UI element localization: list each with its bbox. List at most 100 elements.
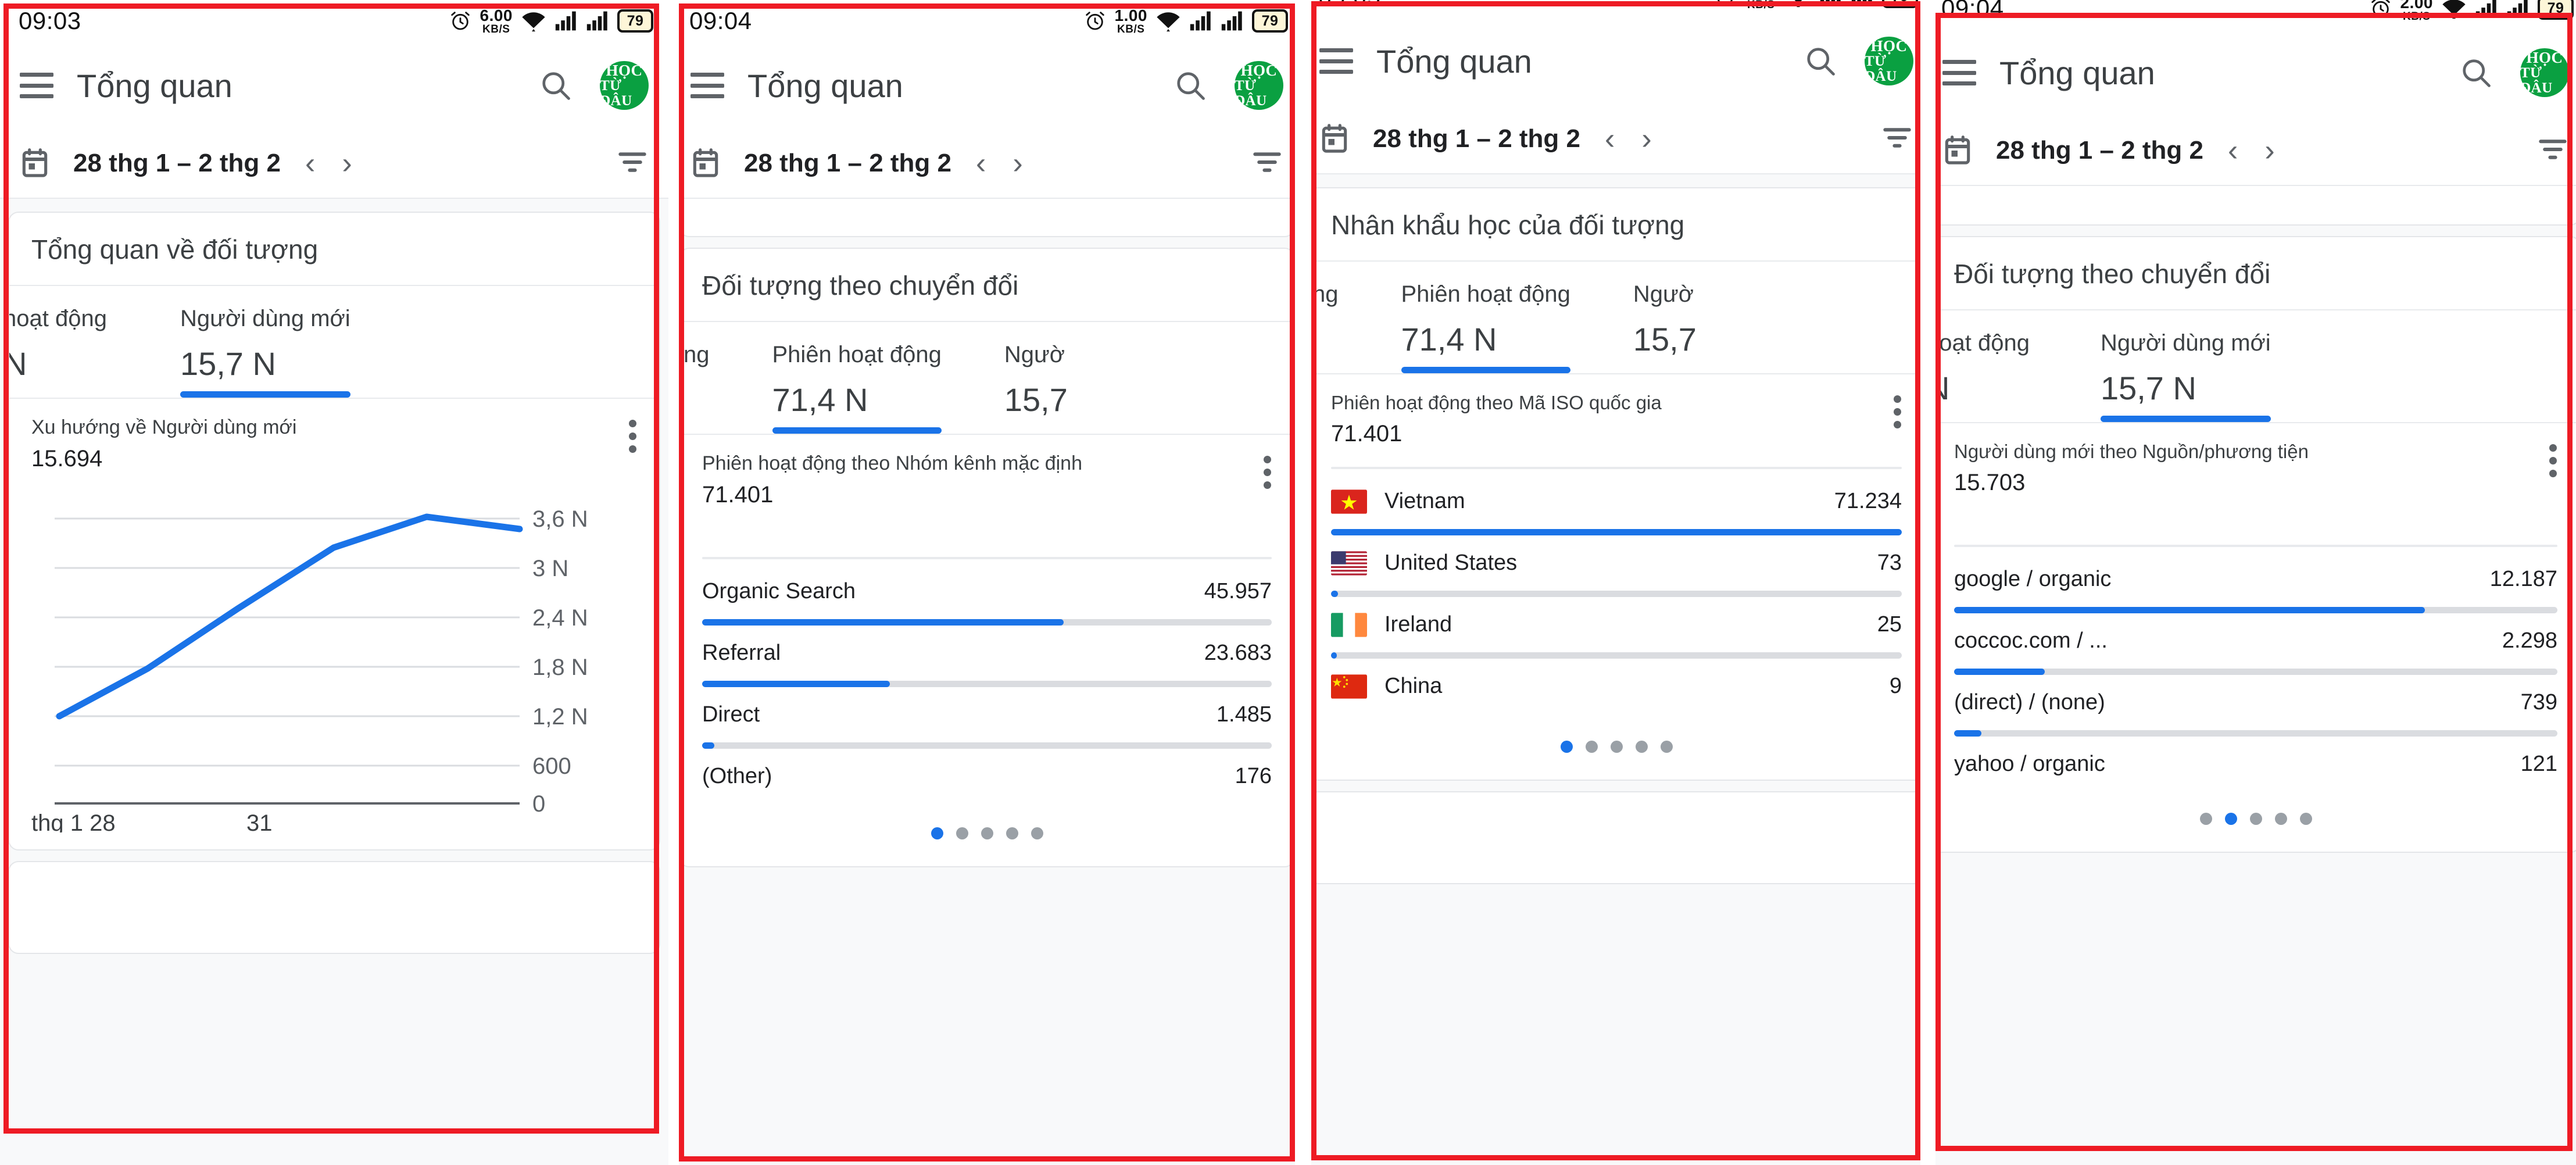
list-item[interactable]: Direct 1.485 [702,687,1272,749]
calendar-icon[interactable] [1942,134,1973,167]
wifi-icon [1794,0,1802,8]
panel-4-content[interactable]: Đối tượng theo chuyển đổi hoạt động N Ng… [1935,186,2576,1165]
pager-dot[interactable] [956,827,968,839]
hamburger-icon[interactable] [1942,60,1976,85]
calendar-icon[interactable] [690,147,721,180]
filter-icon[interactable] [2536,136,2569,163]
metric-tile-active[interactable]: Người dùng mới 15,7 N [2083,330,2288,422]
list-item[interactable]: Ireland 25 [1331,597,1902,659]
search-icon[interactable] [1173,68,1208,103]
filter-icon[interactable] [616,149,649,176]
metric-tile-active[interactable]: Người dùng mới 15,7 N [163,306,368,398]
calendar-icon[interactable] [1319,123,1350,155]
hamburger-icon[interactable] [690,73,724,98]
metric-strip[interactable]: hoạt động N Người dùng mới 15,7 N [1935,310,2576,423]
signal-bars-sim2-icon [586,11,607,31]
list-item[interactable]: (Other) 176 [702,749,1272,789]
metric-tile[interactable]: Ngườ 15,7 [1616,281,1714,373]
list-item[interactable]: Organic Search 45.957 [702,564,1272,626]
pager-dot[interactable] [1585,741,1598,753]
flag-vietnam-icon [1331,489,1367,514]
svg-text:0: 0 [532,791,545,817]
pager-dot[interactable] [1006,827,1018,839]
metric-strip[interactable]: ng Phiên hoạt động 71,4 N Ngườ 15,7 [1311,262,1920,374]
list-item[interactable]: United States 73 [1331,535,1902,597]
carousel-pager[interactable] [1331,726,1902,766]
date-range-bar: 28 thg 1 – 2 thg 2 ‹ › [1311,105,1920,174]
search-icon[interactable] [1803,44,1838,78]
pager-dot[interactable] [1660,741,1673,753]
panel-1-content[interactable]: Tổng quan về đối tượng hoạt động N Người… [0,199,668,1165]
chevron-right-icon[interactable]: › [1012,148,1022,178]
battery-indicator: 79 [1882,0,1918,8]
metric-tile[interactable]: hoạt động N [9,306,124,398]
panel-1-screen: 09:03 6.00 KB/S 79 Tổng quan HỌC TỪ ĐÂU … [0,0,668,1165]
list-item[interactable]: (direct) / (none) 739 [1954,675,2557,737]
metric-strip[interactable]: ng Phiên hoạt động 71,4 N Ngườ 15,7 [680,322,1294,435]
date-range-label[interactable]: 28 thg 1 – 2 thg 2 [1996,136,2203,165]
metric-tile-active[interactable]: Phiên hoạt động 71,4 N [1384,281,1588,373]
list-divider [1954,545,2557,547]
svg-text:2,4 N: 2,4 N [532,605,588,631]
list-item[interactable]: Referral 23.683 [702,626,1272,687]
svg-text:1,2 N: 1,2 N [532,704,588,730]
metric-tile[interactable]: hoạt động N [1935,330,2047,422]
panel-2-content[interactable]: Đối tượng theo chuyển đổi ng Phiên hoạt … [679,199,1295,1165]
list-item[interactable]: China 9 [1331,659,1902,699]
search-icon[interactable] [538,68,573,103]
app-bar: Tổng quan HỌC TỪ ĐÂU [1311,17,1920,105]
avatar[interactable]: HỌC TỪ ĐÂU [1865,37,1913,85]
pager-dot[interactable] [931,827,943,839]
pager-dot[interactable] [1560,741,1573,753]
chevron-left-icon[interactable]: ‹ [1605,124,1615,154]
metric-tile[interactable]: ng [1311,281,1356,335]
pager-dot[interactable] [2224,813,2237,825]
pager-dot[interactable] [2249,813,2262,825]
chevron-right-icon[interactable]: › [1641,124,1651,154]
metric-tile[interactable]: ng [680,342,727,396]
chevron-right-icon[interactable]: › [342,148,352,178]
pager-dot[interactable] [2274,813,2287,825]
filter-icon[interactable] [1881,124,1913,151]
list-item[interactable]: Vietnam 71.234 [1331,474,1902,535]
list-item[interactable]: google / organic 12.187 [1954,552,2557,613]
search-icon[interactable] [2459,55,2493,90]
svg-text:600: 600 [532,753,571,779]
network-speed-indicator: 1.00 KB/S [1114,6,1147,35]
kebab-menu-icon[interactable] [2549,444,2557,477]
hamburger-icon[interactable] [1319,48,1353,74]
pager-dot[interactable] [1031,827,1043,839]
pager-dot[interactable] [1635,741,1648,753]
list-item[interactable]: yahoo / organic 121 [1954,737,2557,777]
avatar[interactable]: HỌC TỪ ĐÂU [1235,61,1283,110]
date-range-label[interactable]: 28 thg 1 – 2 thg 2 [73,149,281,178]
pager-dot[interactable] [2199,813,2212,825]
metric-tile[interactable]: Ngườ 15,7 [987,342,1085,434]
value-bar [1331,591,1902,597]
list-item[interactable]: coccoc.com / ... 2.298 [1954,613,2557,675]
carousel-pager[interactable] [1954,798,2557,838]
metric-tile-active[interactable]: Phiên hoạt động 71,4 N [755,342,959,434]
kebab-menu-icon[interactable] [1894,395,1902,428]
panel-3-content[interactable]: Nhân khẩu học của đối tượng ng Phiên hoạ… [1311,174,1920,1165]
date-range-label[interactable]: 28 thg 1 – 2 thg 2 [1373,124,1580,153]
audience-demographics-card: Nhân khẩu học của đối tượng ng Phiên hoạ… [1311,187,1920,781]
kebab-menu-icon[interactable] [1264,456,1272,489]
filter-icon[interactable] [1251,149,1283,176]
chevron-right-icon[interactable]: › [2264,135,2274,166]
kebab-menu-icon[interactable] [629,420,637,453]
hamburger-icon[interactable] [20,73,53,98]
chevron-left-icon[interactable]: ‹ [976,148,986,178]
chevron-left-icon[interactable]: ‹ [305,148,315,178]
metric-strip[interactable]: hoạt động N Người dùng mới 15,7 N [9,286,659,399]
avatar[interactable]: HỌC TỪ ĐÂU [2520,48,2569,97]
pager-dot[interactable] [1610,741,1623,753]
date-range-label[interactable]: 28 thg 1 – 2 thg 2 [744,149,951,178]
pager-dot[interactable] [981,827,993,839]
battery-indicator: 79 [1252,9,1288,33]
carousel-pager[interactable] [702,812,1272,852]
avatar[interactable]: HỌC TỪ ĐÂU [600,61,649,110]
calendar-icon[interactable] [20,147,50,180]
pager-dot[interactable] [2299,813,2312,825]
chevron-left-icon[interactable]: ‹ [2228,135,2238,166]
